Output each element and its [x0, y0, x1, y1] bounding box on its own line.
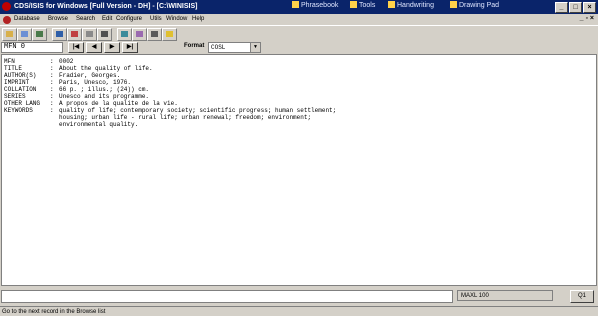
field-label: KEYWORDS — [4, 107, 33, 114]
field-value: housing; urban life - rural life; urban … — [59, 114, 312, 121]
record-display: MFN:0002 TITLE: About the quality of life… — [1, 54, 597, 286]
field-value: Fradier, Georges. — [59, 72, 121, 79]
record-row-continuation: environmental quality. — [4, 121, 336, 128]
format-select[interactable]: COSL ▼ — [208, 42, 261, 53]
list-icon — [21, 31, 28, 37]
window-controls: _ □ × — [554, 2, 596, 13]
print-icon — [101, 31, 108, 37]
menu-database[interactable]: Database — [14, 16, 40, 22]
field-label: MFN — [4, 58, 15, 65]
taskbar-item-phrasebook[interactable]: Phrasebook — [292, 1, 338, 13]
record-row: AUTHOR(S): Fradier, Georges. — [4, 72, 121, 79]
field-value: quality of life; contemporary society; s… — [59, 107, 337, 114]
search-expression-field[interactable] — [1, 290, 453, 303]
record-row: IMPRINT: Paris, Unesco, 1976. — [4, 79, 132, 86]
minimize-button[interactable]: _ — [555, 2, 568, 13]
menu-browse[interactable]: Browse — [48, 16, 68, 22]
menu-bar: Database Browse Search Edit Configure Ut… — [0, 15, 598, 25]
field-value: Unesco and its programme. — [59, 93, 150, 100]
field-label: IMPRINT — [4, 79, 30, 86]
taskbar-item-handwriting[interactable]: Handwriting — [388, 1, 434, 13]
field-value: Paris, Unesco, 1976. — [59, 79, 132, 86]
field-label: TITLE — [4, 65, 23, 72]
field-value: About the quality of life. — [59, 65, 153, 72]
format-label: Format — [184, 43, 205, 49]
field-value: A propos de la qualite de la vie. — [59, 100, 178, 107]
toolbar — [0, 25, 598, 41]
menu-search[interactable]: Search — [76, 16, 95, 22]
query-button[interactable]: Q1 — [570, 290, 594, 303]
taskbar-item-tools[interactable]: Tools — [350, 1, 375, 13]
menu-configure[interactable]: Configure — [116, 16, 142, 22]
taskbar-item-drawing-pad[interactable]: Drawing Pad — [450, 1, 499, 13]
status-hint: Go to the next record in the Browse list — [0, 306, 598, 316]
field-label: OTHER LANG — [4, 100, 41, 107]
app-icon — [2, 2, 11, 11]
edit-icon — [86, 31, 93, 37]
dictionary-icon — [36, 31, 43, 37]
navigation-bar: MFN 0 |◀ ◀ ▶ ▶| Format COSL ▼ — [0, 40, 598, 54]
drawing-pad-icon — [450, 1, 457, 8]
window-title: CDS/ISIS for Windows [Full Version - DH]… — [14, 3, 198, 10]
help-icon — [166, 31, 173, 37]
search-icon — [56, 31, 63, 37]
field-label: AUTHOR(S) — [4, 72, 37, 79]
record-row: OTHER LANG: A propos de la qualite de la … — [4, 100, 178, 107]
field-value: 66 p. ; illus.; (24)) cm. — [59, 86, 150, 93]
record-row: COLLATION:66 p. ; illus.; (24)) cm. — [4, 86, 150, 93]
field-label: SERIES — [4, 93, 26, 100]
mfn-field[interactable]: MFN 0 — [1, 42, 63, 53]
menu-window[interactable]: Window — [166, 16, 187, 22]
chevron-down-icon[interactable]: ▼ — [250, 43, 260, 52]
record-row: TITLE: About the quality of life. — [4, 65, 153, 72]
menu-utils[interactable]: Utils — [150, 16, 162, 22]
previous-record-button[interactable]: ◀ — [86, 42, 102, 53]
max-records-indicator: MAXL 100 — [457, 290, 553, 301]
format-icon — [136, 31, 143, 37]
field-value: 0002 — [59, 58, 74, 65]
maximize-button[interactable]: □ — [569, 2, 582, 13]
last-record-button[interactable]: ▶| — [122, 42, 138, 53]
field-value: environmental quality. — [59, 121, 139, 128]
folder-icon — [6, 31, 13, 37]
record-row: MFN:0002 — [4, 58, 74, 65]
record-fields: MFN:0002 TITLE: About the quality of life… — [4, 58, 336, 128]
display-icon — [121, 31, 128, 37]
status-row: MAXL 100 Q1 — [0, 288, 598, 305]
results-icon — [71, 31, 78, 37]
mdi-controls[interactable]: _ ▫ × — [580, 15, 594, 22]
close-button[interactable]: × — [583, 2, 596, 13]
record-row: KEYWORDS: quality of life; contemporary s… — [4, 107, 337, 114]
field-label: COLLATION — [4, 86, 37, 93]
record-row: SERIES: Unesco and its programme. — [4, 93, 150, 100]
title-bar: CDS/ISIS for Windows [Full Version - DH]… — [0, 0, 598, 14]
handwriting-icon — [388, 1, 395, 8]
app-window: CDS/ISIS for Windows [Full Version - DH]… — [0, 0, 598, 316]
phrasebook-icon — [292, 1, 299, 8]
menu-edit[interactable]: Edit — [102, 16, 112, 22]
next-record-button[interactable]: ▶ — [104, 42, 120, 53]
first-record-button[interactable]: |◀ — [68, 42, 84, 53]
document-icon — [3, 16, 11, 24]
format-value: COSL — [211, 44, 226, 51]
menu-help[interactable]: Help — [192, 16, 204, 22]
tools-icon — [350, 1, 357, 8]
record-row-continuation: housing; urban life - rural life; urban … — [4, 114, 336, 121]
wand-icon — [151, 31, 158, 37]
